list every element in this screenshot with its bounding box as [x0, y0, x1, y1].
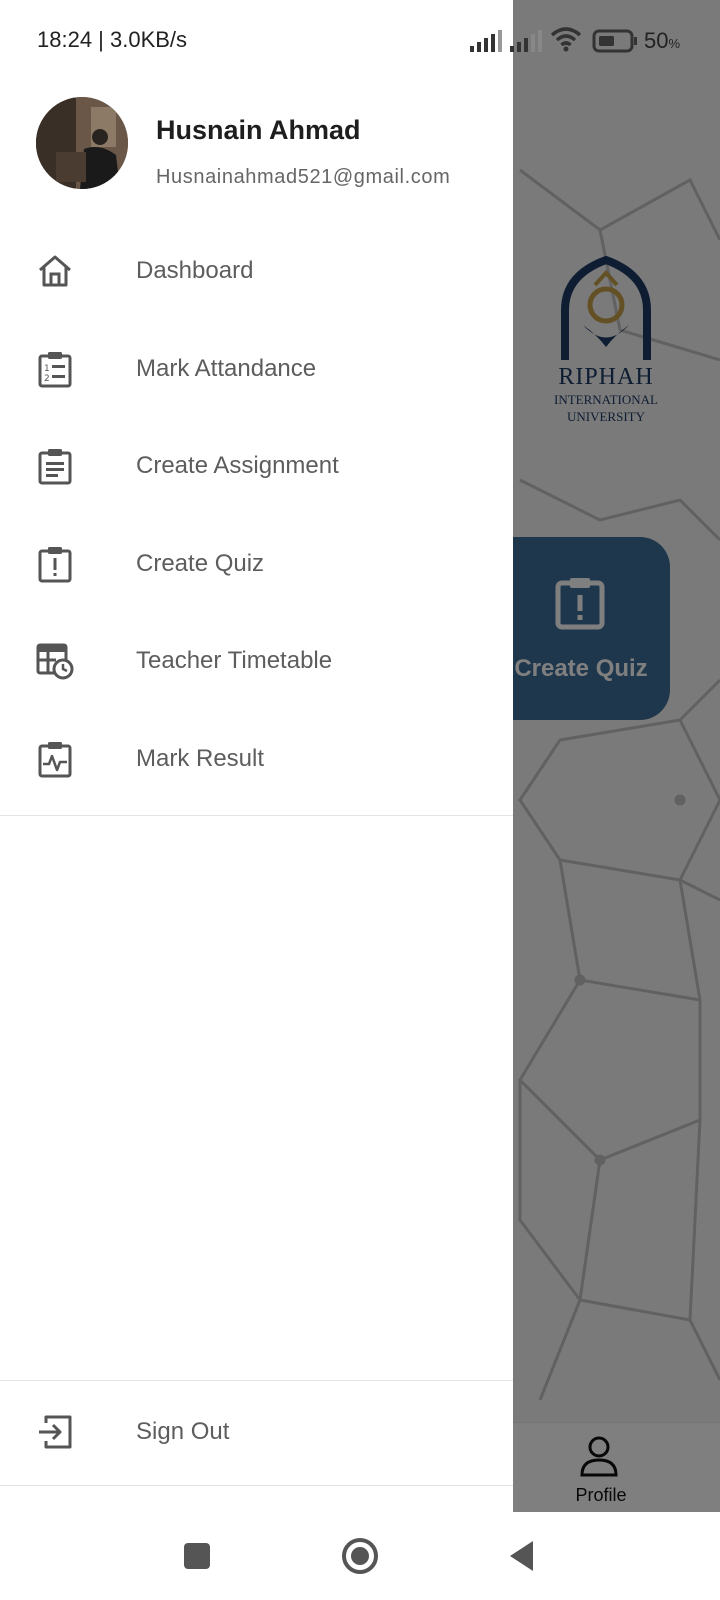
menu-item-mark-attendance[interactable]: 1 2 Mark Attandance: [0, 321, 513, 419]
signal-icon: [470, 30, 502, 52]
svg-text:1: 1: [44, 364, 50, 374]
status-icons: 50%: [470, 26, 710, 56]
menu-item-mark-result[interactable]: Mark Result: [0, 711, 513, 809]
status-bar: 18:24 | 3.0KB/s 50%: [0, 0, 720, 82]
navigation-drawer: Husnain Ahmad Husnainahmad521@gmail.com …: [0, 0, 513, 1512]
menu-label-create-assignment: Create Assignment: [136, 452, 339, 479]
status-time-speed: 18:24 | 3.0KB/s: [37, 27, 188, 52]
menu-divider: [0, 815, 513, 816]
menu-label-mark-attendance: Mark Attandance: [136, 354, 317, 382]
menu-label-teacher-timetable: Teacher Timetable: [136, 647, 333, 674]
menu-item-teacher-timetable[interactable]: Teacher Timetable: [0, 613, 513, 711]
user-name: Husnain Ahmad: [156, 115, 361, 145]
avatar[interactable]: [36, 97, 128, 189]
home-icon: [39, 255, 71, 287]
menu-label-dashboard: Dashboard: [136, 257, 254, 284]
user-email: Husnainahmad521@gmail.com: [156, 166, 451, 188]
recent-apps-button[interactable]: [175, 1534, 219, 1578]
home-button[interactable]: [338, 1534, 382, 1578]
wifi-icon: [550, 27, 582, 52]
menu-label-mark-result: Mark Result: [136, 744, 265, 772]
result-chart-clipboard-icon: [38, 741, 72, 777]
timetable-clock-icon: [36, 643, 74, 680]
menu-item-create-assignment[interactable]: Create Assignment: [0, 418, 513, 516]
numbered-list-clipboard-icon: 1 2: [38, 351, 72, 387]
battery-value: 50: [644, 28, 669, 53]
sign-out-button[interactable]: Sign Out: [0, 1381, 513, 1485]
battery-percentage: 50%: [644, 28, 680, 54]
avatar-photo: [36, 97, 128, 189]
battery-icon: [592, 29, 637, 53]
back-button[interactable]: [500, 1534, 544, 1578]
signal-icon-secondary: [510, 30, 542, 52]
battery-unit: %: [668, 36, 681, 51]
sign-out-icon: [39, 1415, 72, 1449]
quiz-clipboard-icon: [38, 546, 72, 582]
svg-text:2: 2: [44, 374, 50, 384]
menu-label-create-quiz: Create Quiz: [136, 549, 265, 577]
signout-divider-bottom: [0, 1485, 513, 1486]
menu-item-dashboard[interactable]: Dashboard: [0, 223, 513, 321]
menu-item-create-quiz[interactable]: Create Quiz: [0, 516, 513, 614]
drawer-menu: Dashboard 1 2 Mark Attandance Create Ass…: [0, 223, 513, 808]
assignment-clipboard-icon: [38, 449, 72, 485]
system-navigation-bar: [0, 1512, 720, 1600]
sign-out-label: Sign Out: [136, 1418, 230, 1445]
